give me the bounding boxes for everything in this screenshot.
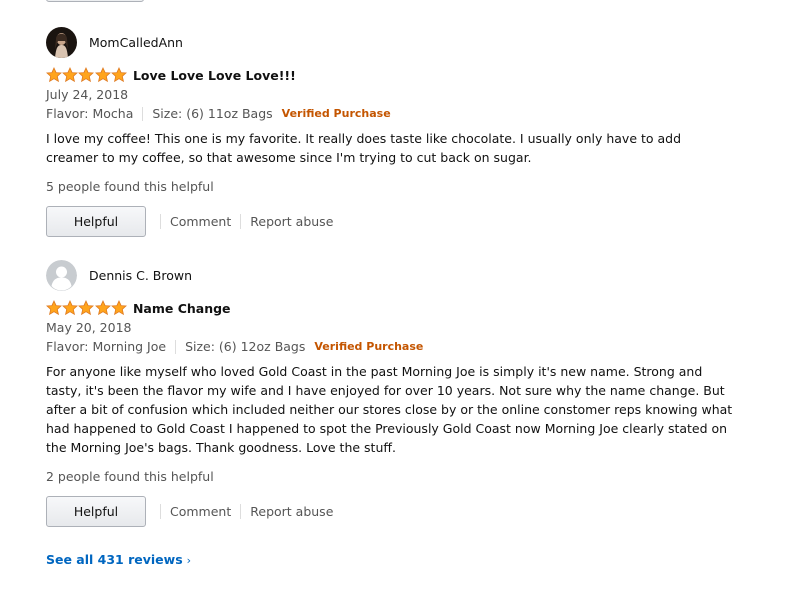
report-abuse-link[interactable]: Report abuse xyxy=(250,504,333,519)
profile-name[interactable]: Dennis C. Brown xyxy=(89,268,192,283)
helpful-count: 5 people found this helpful xyxy=(46,179,214,194)
review-meta: Flavor: Morning Joe Size: (6) 12oz Bags … xyxy=(46,337,746,356)
reviewer-profile[interactable]: Dennis C. Brown xyxy=(46,259,746,291)
star-icon xyxy=(46,67,62,83)
star-icon xyxy=(94,67,111,83)
divider xyxy=(240,504,242,519)
previous-helpful-button-edge[interactable] xyxy=(46,0,144,2)
review-card: Dennis C. Brown Name Change May 20, 2018… xyxy=(46,259,746,527)
helpful-count: 2 people found this helpful xyxy=(46,469,214,484)
review-actions: Helpful Comment Report abuse xyxy=(46,206,746,237)
divider xyxy=(142,106,144,121)
star-icon xyxy=(94,300,111,316)
divider xyxy=(160,504,161,519)
reviewer-profile[interactable]: MomCalledAnn xyxy=(46,26,746,58)
review-title-row: Name Change xyxy=(46,299,746,317)
star-icon xyxy=(62,67,79,83)
size-link[interactable]: Size: (6) 11oz Bags xyxy=(152,104,272,123)
review-card: MomCalledAnn Love Love Love Love!!! July… xyxy=(46,26,746,237)
review-meta: Flavor: Mocha Size: (6) 11oz Bags Verifi… xyxy=(46,104,746,123)
star-rating[interactable] xyxy=(46,67,127,83)
review-date: May 20, 2018 xyxy=(46,320,132,335)
flavor-link[interactable]: Flavor: Morning Joe xyxy=(46,337,166,356)
star-icon xyxy=(46,300,62,316)
review-body: I love my coffee! This one is my favorit… xyxy=(46,131,682,165)
see-all-reviews-link[interactable]: See all 431 reviews › xyxy=(46,552,191,567)
avatar[interactable] xyxy=(46,259,77,291)
star-icon xyxy=(62,300,79,316)
helpful-button[interactable]: Helpful xyxy=(46,206,146,237)
star-icon xyxy=(110,67,127,83)
star-icon xyxy=(110,300,127,316)
divider xyxy=(240,214,242,229)
star-icon xyxy=(78,67,95,83)
avatar[interactable] xyxy=(46,26,77,58)
review-title[interactable]: Name Change xyxy=(133,301,231,316)
comment-link[interactable]: Comment xyxy=(170,214,231,229)
review-title-row: Love Love Love Love!!! xyxy=(46,66,746,84)
comment-link[interactable]: Comment xyxy=(170,504,231,519)
review-title[interactable]: Love Love Love Love!!! xyxy=(133,68,296,83)
see-all-label[interactable]: See all 431 reviews xyxy=(46,552,183,567)
chevron-right-icon: › xyxy=(186,554,192,567)
size-link[interactable]: Size: (6) 12oz Bags xyxy=(185,337,305,356)
divider xyxy=(160,214,161,229)
profile-name[interactable]: MomCalledAnn xyxy=(89,35,183,50)
report-abuse-link[interactable]: Report abuse xyxy=(250,214,333,229)
verified-purchase-badge: Verified Purchase xyxy=(314,340,424,353)
flavor-link[interactable]: Flavor: Mocha xyxy=(46,104,133,123)
divider xyxy=(175,339,177,354)
review-body: For anyone like myself who loved Gold Co… xyxy=(46,364,733,455)
review-actions: Helpful Comment Report abuse xyxy=(46,496,746,527)
star-rating[interactable] xyxy=(46,300,127,316)
helpful-button[interactable]: Helpful xyxy=(46,496,146,527)
review-date: July 24, 2018 xyxy=(46,87,129,102)
verified-purchase-badge: Verified Purchase xyxy=(281,107,391,120)
star-icon xyxy=(78,300,95,316)
